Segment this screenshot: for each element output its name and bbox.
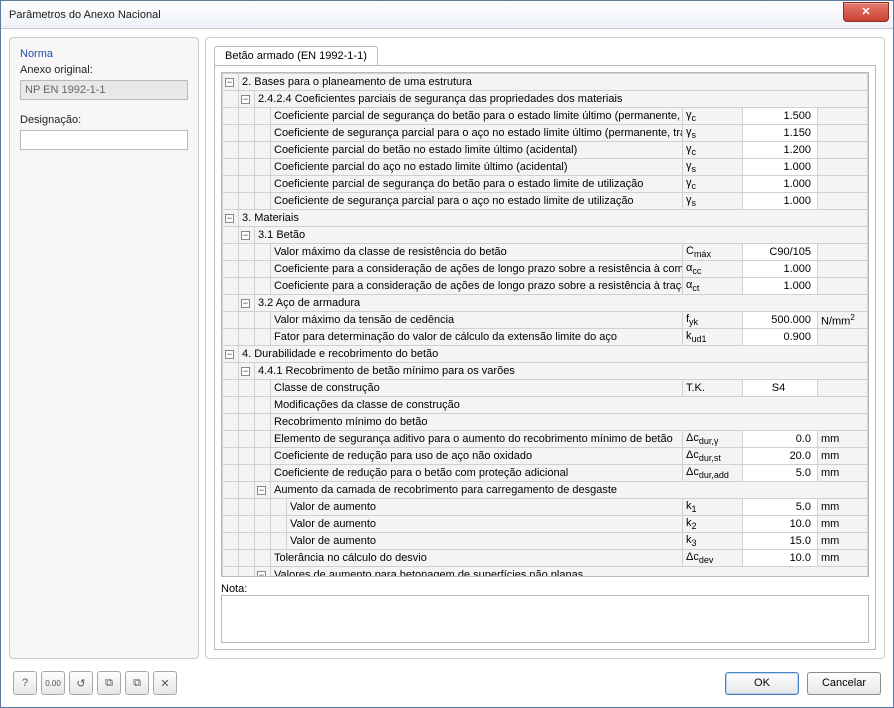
help-icon: ? — [22, 677, 28, 689]
paste-button[interactable]: ⧉ — [125, 671, 149, 695]
copy-button[interactable]: ⧉ — [97, 671, 121, 695]
section-row[interactable]: −3. Materiais — [223, 210, 868, 227]
param-row[interactable]: Coeficiente de redução para o betão com … — [223, 465, 868, 482]
paste-icon: ⧉ — [133, 677, 141, 690]
anexo-label: Anexo original: — [20, 64, 188, 76]
param-row[interactable]: Coeficiente parcial de segurança do betã… — [223, 176, 868, 193]
param-row[interactable]: Elemento de segurança aditivo para o aum… — [223, 431, 868, 448]
param-row[interactable]: Valor de aumentok315.0mm — [223, 533, 868, 550]
copy-icon: ⧉ — [105, 677, 113, 690]
param-row[interactable]: Recobrimento mínimo do betão — [223, 414, 868, 431]
param-row[interactable]: Valor de aumentok210.0mm — [223, 516, 868, 533]
sidebar: Norma Anexo original: Designação: — [9, 37, 199, 659]
param-row[interactable]: Coeficiente parcial do aço no estado lim… — [223, 159, 868, 176]
section-row[interactable]: −4.4.1 Recobrimento de betão mínimo para… — [223, 363, 868, 380]
anexo-input — [20, 80, 188, 100]
param-row[interactable]: Coeficiente de segurança parcial para o … — [223, 125, 868, 142]
param-row[interactable]: Classe de construçãoT.K.S4 — [223, 380, 868, 397]
units-icon: 0.00 — [45, 679, 61, 688]
delete-button[interactable]: ✕ — [153, 671, 177, 695]
tab-page: −2. Bases para o planeamento de uma estr… — [214, 65, 876, 650]
nota-textarea[interactable] — [221, 595, 869, 643]
tab-betao-armado[interactable]: Betão armado (EN 1992-1-1) — [214, 46, 378, 65]
param-row[interactable]: Valor máximo da classe de resistência do… — [223, 244, 868, 261]
param-row[interactable]: Coeficiente de redução para uso de aço n… — [223, 448, 868, 465]
right-panel: Betão armado (EN 1992-1-1) −2. Bases par… — [205, 37, 885, 659]
param-row[interactable]: Tolerância no cálculo do desvioΔcdev10.0… — [223, 550, 868, 567]
units-button[interactable]: 0.00 — [41, 671, 65, 695]
section-row[interactable]: −2.4.2.4 Coeficientes parciais de segura… — [223, 91, 868, 108]
tab-strip: Betão armado (EN 1992-1-1) — [214, 46, 876, 65]
nota-label: Nota: — [221, 583, 869, 595]
param-row[interactable]: Valor máximo da tensão de cedênciafyk500… — [223, 312, 868, 329]
dialog-window: Parâmetros do Anexo Nacional ✕ Norma Ane… — [0, 0, 894, 708]
toolbar: ? 0.00 ↺ ⧉ ⧉ ✕ — [13, 671, 177, 695]
close-button[interactable]: ✕ — [843, 2, 889, 22]
delete-icon: ✕ — [160, 677, 169, 690]
param-row[interactable]: Coeficiente parcial do betão no estado l… — [223, 142, 868, 159]
section-row[interactable]: −Valores de aumento para betonagem de su… — [223, 567, 868, 578]
param-row[interactable]: Valor de aumentok15.0mm — [223, 499, 868, 516]
help-button[interactable]: ? — [13, 671, 37, 695]
param-row[interactable]: Coeficiente parcial de segurança do betã… — [223, 108, 868, 125]
cancel-button[interactable]: Cancelar — [807, 672, 881, 695]
refresh-icon: ↺ — [76, 677, 85, 690]
section-row[interactable]: −Aumento da camada de recobrimento para … — [223, 482, 868, 499]
section-row[interactable]: −3.1 Betão — [223, 227, 868, 244]
section-row[interactable]: −3.2 Aço de armadura — [223, 295, 868, 312]
param-row[interactable]: Coeficiente de segurança parcial para o … — [223, 193, 868, 210]
designacao-label: Designação: — [20, 114, 188, 126]
norma-link[interactable]: Norma — [20, 48, 188, 60]
window-title: Parâmetros do Anexo Nacional — [9, 9, 161, 21]
titlebar: Parâmetros do Anexo Nacional ✕ — [1, 1, 893, 29]
ok-button[interactable]: OK — [725, 672, 799, 695]
section-row[interactable]: −4. Durabilidade e recobrimento do betão — [223, 346, 868, 363]
refresh-button[interactable]: ↺ — [69, 671, 93, 695]
designacao-input[interactable] — [20, 130, 188, 150]
param-row[interactable]: Coeficiente para a consideração de ações… — [223, 261, 868, 278]
param-row[interactable]: Modificações da classe de construção — [223, 397, 868, 414]
param-row[interactable]: Fator para determinação do valor de cálc… — [223, 329, 868, 346]
footer: ? 0.00 ↺ ⧉ ⧉ ✕ OK Cancelar — [1, 667, 893, 707]
parameter-grid[interactable]: −2. Bases para o planeamento de uma estr… — [221, 72, 869, 577]
section-row[interactable]: −2. Bases para o planeamento de uma estr… — [223, 74, 868, 91]
close-icon: ✕ — [861, 5, 870, 18]
param-row[interactable]: Coeficiente para a consideração de ações… — [223, 278, 868, 295]
